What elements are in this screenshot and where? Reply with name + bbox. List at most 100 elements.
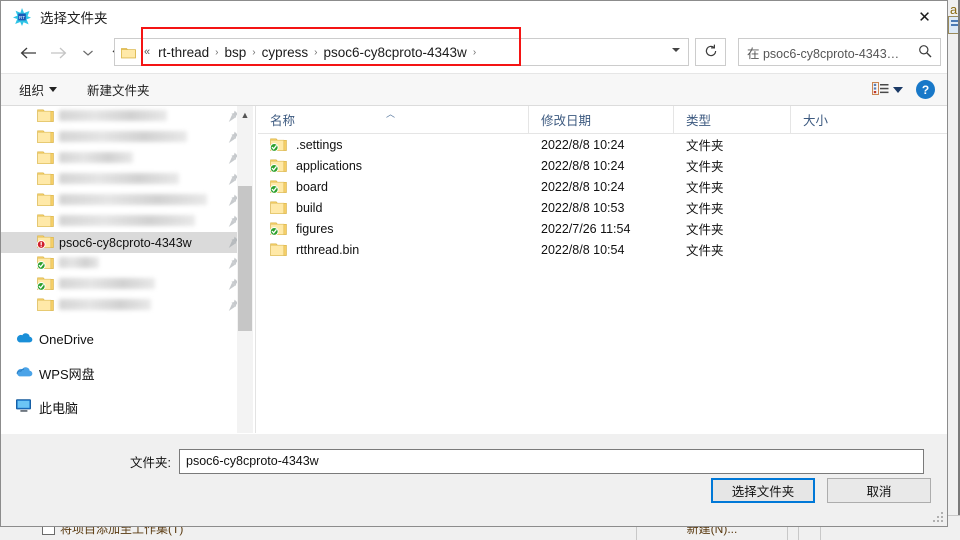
- navigation-tree: psoc6-cy8cproto-4343wOneDriveWPS网盘此电脑3D …: [1, 106, 253, 452]
- toolbar-right-group: ?: [872, 80, 935, 99]
- redacted-text: [59, 194, 207, 205]
- folder-synced-icon: [270, 137, 287, 152]
- table-row[interactable]: figures2022/7/26 11:54文件夹: [258, 218, 947, 239]
- onedrive-cloud-icon: [15, 330, 33, 345]
- recent-locations-chevron-icon[interactable]: [73, 38, 103, 68]
- redacted-text: [59, 278, 155, 289]
- file-date: 2022/8/8 10:24: [541, 159, 686, 173]
- breadcrumb-item-psoc6[interactable]: psoc6-cy8cproto-4343w: [318, 45, 471, 60]
- redacted-text: [59, 257, 99, 268]
- table-row[interactable]: build2022/8/8 10:53文件夹: [258, 197, 947, 218]
- nav-item-redacted[interactable]: [1, 211, 253, 232]
- background-text-glyph: a: [950, 2, 957, 17]
- folder-icon: [37, 192, 54, 207]
- redacted-text: [59, 299, 151, 310]
- chevron-down-icon: [49, 87, 57, 92]
- folder-icon: [37, 213, 54, 228]
- nav-item-label: [59, 299, 151, 313]
- breadcrumb-separator-trailing-icon[interactable]: ›: [472, 47, 477, 58]
- breadcrumb-item-bsp[interactable]: bsp: [220, 45, 252, 60]
- file-type: 文件夹: [686, 219, 803, 238]
- nav-item-label: [59, 278, 155, 292]
- dialog-footer: 文件夹: psoc6-cy8cproto-4343w 选择文件夹 取消: [1, 433, 947, 526]
- breadcrumb-overflow[interactable]: «: [141, 46, 153, 58]
- select-folder-button[interactable]: 选择文件夹: [711, 478, 815, 503]
- nav-root-label: 此电脑: [39, 398, 78, 417]
- nav-item-redacted[interactable]: [1, 190, 253, 211]
- folder-icon: [37, 150, 54, 165]
- chevron-down-icon[interactable]: [893, 87, 903, 93]
- nav-spacer: [1, 418, 253, 431]
- back-arrow-icon[interactable]: [13, 38, 43, 68]
- file-date: 2022/7/26 11:54: [541, 222, 686, 236]
- file-type: 文件夹: [686, 240, 803, 259]
- nav-root-此电脑[interactable]: 此电脑: [1, 397, 253, 418]
- file-type: 文件夹: [686, 177, 803, 196]
- redacted-text: [59, 110, 167, 121]
- dialog-title: 选择文件夹: [40, 7, 108, 27]
- column-header-size[interactable]: 大小: [790, 106, 875, 133]
- breadcrumb-item-rt-thread[interactable]: rt-thread: [153, 45, 214, 60]
- nav-item-label: [59, 110, 167, 124]
- new-folder-button[interactable]: 新建文件夹: [87, 80, 150, 99]
- file-date: 2022/8/8 10:24: [541, 180, 686, 194]
- nav-item-redacted[interactable]: [1, 274, 253, 295]
- column-header-type[interactable]: 类型: [673, 106, 790, 133]
- navigation-pane: psoc6-cy8cproto-4343wOneDriveWPS网盘此电脑3D …: [1, 106, 253, 456]
- scroll-up-arrow-icon[interactable]: ▲: [237, 106, 253, 123]
- redacted-text: [59, 131, 187, 142]
- chevron-down-icon[interactable]: [672, 48, 680, 52]
- file-list-pane: 名称 ︿ 修改日期 类型 大小 .settings2022/8/8 10:24文…: [258, 106, 947, 456]
- refresh-icon: [704, 44, 718, 61]
- breadcrumb-item-cypress[interactable]: cypress: [257, 45, 314, 60]
- column-header-name[interactable]: 名称 ︿: [258, 106, 528, 133]
- address-bar[interactable]: « rt-thread › bsp › cypress › psoc6-cy8c…: [114, 38, 689, 66]
- search-input[interactable]: 在 psoc6-cy8cproto-4343w...: [747, 43, 902, 62]
- dialog-body: psoc6-cy8cproto-4343wOneDriveWPS网盘此电脑3D …: [1, 106, 947, 456]
- help-button[interactable]: ?: [916, 80, 935, 99]
- column-header-date[interactable]: 修改日期: [528, 106, 673, 133]
- nav-spacer: [1, 350, 253, 363]
- resize-grip[interactable]: [933, 512, 944, 523]
- organize-menu-button[interactable]: 组织: [19, 80, 57, 99]
- this-pc-icon: [15, 398, 33, 413]
- table-row[interactable]: board2022/8/8 10:24文件夹: [258, 176, 947, 197]
- nav-spacer: [1, 384, 253, 397]
- close-button[interactable]: ✕: [902, 1, 947, 32]
- scrollbar-thumb[interactable]: [238, 186, 252, 331]
- nav-item-redacted[interactable]: [1, 295, 253, 316]
- nav-item-label: [59, 131, 187, 145]
- folder-synced-icon: [270, 221, 287, 236]
- dialog-button-row: 选择文件夹 取消: [711, 478, 931, 503]
- search-box[interactable]: 在 psoc6-cy8cproto-4343w...: [738, 38, 941, 66]
- file-list: .settings2022/8/8 10:24文件夹applications20…: [258, 134, 947, 260]
- nav-item-redacted[interactable]: [1, 148, 253, 169]
- nav-item-redacted[interactable]: [1, 169, 253, 190]
- view-options-button[interactable]: [872, 82, 903, 98]
- table-row[interactable]: .settings2022/8/8 10:24文件夹: [258, 134, 947, 155]
- svg-text:RT: RT: [19, 15, 25, 20]
- select-folder-dialog: RT 选择文件夹 ✕ « rt-thr: [0, 0, 948, 527]
- file-date: 2022/8/8 10:53: [541, 201, 686, 215]
- nav-item-redacted[interactable]: [1, 127, 253, 148]
- table-row[interactable]: applications2022/8/8 10:24文件夹: [258, 155, 947, 176]
- folder-icon: [37, 297, 54, 312]
- column-header-row: 名称 ︿ 修改日期 类型 大小: [258, 106, 947, 134]
- wps-cloud-icon: [15, 364, 33, 379]
- refresh-button[interactable]: [695, 38, 726, 66]
- navigation-scrollbar[interactable]: ▲ ▼: [237, 106, 253, 456]
- nav-root-WPS网盘[interactable]: WPS网盘: [1, 363, 253, 384]
- nav-item-psoc6-cy8cproto-4343w[interactable]: psoc6-cy8cproto-4343w: [1, 232, 253, 253]
- folder-name-input[interactable]: psoc6-cy8cproto-4343w: [179, 449, 924, 474]
- nav-item-redacted[interactable]: [1, 253, 253, 274]
- nav-root-OneDrive[interactable]: OneDrive: [1, 329, 253, 350]
- dialog-title-bar: RT 选择文件夹 ✕: [1, 1, 947, 32]
- table-row[interactable]: rtthread.bin2022/8/8 10:54文件夹: [258, 239, 947, 260]
- search-icon[interactable]: [918, 44, 932, 61]
- folder-error-icon: [37, 234, 54, 249]
- cancel-button[interactable]: 取消: [827, 478, 931, 503]
- folder-name-label: 文件夹:: [1, 452, 179, 471]
- nav-item-label: [59, 194, 207, 208]
- nav-item-label: [59, 257, 99, 271]
- nav-item-redacted[interactable]: [1, 106, 253, 127]
